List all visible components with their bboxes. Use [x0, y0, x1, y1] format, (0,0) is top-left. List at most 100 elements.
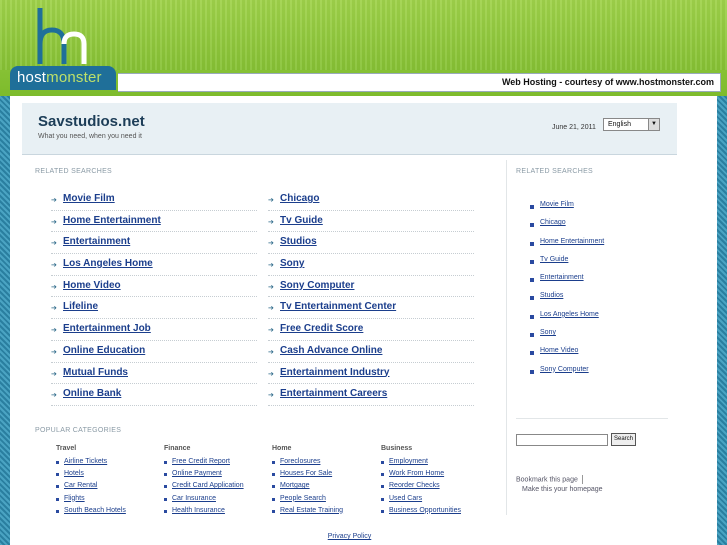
side-related-link[interactable]: Tv Guide	[540, 256, 568, 263]
side-related-link[interactable]: Entertainment	[540, 274, 584, 281]
privacy-policy-link[interactable]: Privacy Policy	[22, 533, 677, 540]
popular-categories-heading: POPULAR CATEGORIES	[35, 427, 122, 434]
category-link[interactable]: South Beach Hotels	[64, 507, 126, 514]
category-link[interactable]: Foreclosures	[280, 458, 320, 465]
list-item: ➔ Los Angeles Home	[51, 254, 257, 276]
related-link[interactable]: Entertainment Careers	[280, 388, 387, 399]
related-link[interactable]: Chicago	[280, 193, 319, 204]
category-link[interactable]: Free Credit Report	[172, 458, 230, 465]
parked-page: Savstudios.net What you need, when you n…	[10, 96, 717, 545]
language-value: English	[608, 121, 631, 128]
arrow-icon: ➔	[51, 217, 57, 226]
side-related-link[interactable]: Studios	[540, 292, 563, 299]
site-header: Savstudios.net What you need, when you n…	[22, 103, 677, 155]
arrow-icon: ➔	[51, 326, 57, 335]
category-link[interactable]: Work From Home	[389, 470, 444, 477]
category-link[interactable]: Used Cars	[389, 495, 422, 502]
search-button[interactable]: Search	[611, 433, 636, 446]
related-link[interactable]: Online Bank	[63, 388, 121, 399]
bullet-icon	[272, 509, 275, 513]
bullet-icon	[381, 473, 384, 477]
arrow-icon: ➔	[268, 391, 274, 400]
bullet-icon	[530, 296, 534, 301]
category-link[interactable]: Business Opportunities	[389, 507, 461, 514]
category-link[interactable]: Real Estate Training	[280, 507, 343, 514]
related-link[interactable]: Movie Film	[63, 193, 115, 204]
related-link[interactable]: Tv Entertainment Center	[280, 301, 396, 312]
bullet-icon	[272, 473, 275, 477]
side-related-link[interactable]: Sony	[540, 329, 556, 336]
category-link[interactable]: Houses For Sale	[280, 470, 332, 477]
hosting-note: Web Hosting - courtesy of www.hostmonste…	[118, 73, 721, 92]
bullet-icon	[381, 509, 384, 513]
related-link[interactable]: Sony	[280, 258, 304, 269]
related-link[interactable]: Sony Computer	[280, 280, 354, 291]
category-link[interactable]: Flights	[64, 495, 85, 502]
list-item: Health Insurance	[164, 506, 264, 518]
column-divider	[506, 160, 507, 515]
list-item: Car Insurance	[164, 494, 264, 506]
related-link[interactable]: Entertainment Job	[63, 323, 151, 334]
side-related-link[interactable]: Home Entertainment	[540, 238, 604, 245]
category-link[interactable]: Car Insurance	[172, 495, 216, 502]
arrow-icon: ➔	[268, 196, 274, 204]
category-travel: Travel Airline Tickets Hotels Car Rental…	[56, 445, 156, 518]
content-area: Savstudios.net What you need, when you n…	[22, 103, 677, 545]
category-title: Home	[272, 445, 292, 452]
related-link[interactable]: Entertainment	[63, 236, 130, 247]
bookmark-link[interactable]: Bookmark this page	[516, 476, 578, 483]
category-link[interactable]: Online Payment	[172, 470, 222, 477]
hostmonster-logo[interactable]: hostmonster	[10, 66, 116, 90]
related-link[interactable]: Home Video	[63, 280, 121, 291]
related-link[interactable]: Home Entertainment	[63, 215, 161, 226]
bullet-icon	[381, 485, 384, 489]
list-item: ➔ Studios	[268, 232, 474, 255]
side-related-link[interactable]: Movie Film	[540, 201, 574, 208]
category-link[interactable]: People Search	[280, 495, 326, 502]
category-link[interactable]: Airline Tickets	[64, 458, 107, 465]
related-link[interactable]: Cash Advance Online	[280, 345, 382, 356]
category-link[interactable]: Reorder Checks	[389, 482, 440, 489]
related-column-b: ➔ Chicago ➔ Tv Guide ➔ Studios ➔ Sony ➔ Sony …	[268, 189, 474, 406]
category-finance: Finance Free Credit Report Online Paymen…	[164, 445, 264, 518]
side-related-link[interactable]: Chicago	[540, 219, 566, 226]
language-select[interactable]: English ▼	[603, 118, 660, 131]
homepage-link[interactable]: Make this your homepage	[522, 486, 603, 493]
side-related-link[interactable]: Home Video	[540, 347, 578, 354]
arrow-icon: ➔	[268, 217, 274, 226]
related-searches-heading: RELATED SEARCHES	[35, 168, 113, 175]
bullet-icon	[56, 509, 59, 513]
list-item: Foreclosures	[272, 457, 372, 469]
list-item: Real Estate Training	[272, 506, 372, 518]
category-link[interactable]: Credit Card Application	[172, 482, 244, 489]
related-link[interactable]: Tv Guide	[280, 215, 323, 226]
related-link[interactable]: Studios	[280, 236, 317, 247]
related-link[interactable]: Lifeline	[63, 301, 98, 312]
arrow-icon: ➔	[268, 369, 274, 378]
category-link[interactable]: Mortgage	[280, 482, 310, 489]
side-related-link[interactable]: Los Angeles Home	[540, 311, 599, 318]
related-link[interactable]: Los Angeles Home	[63, 258, 153, 269]
list-item: ➔ Tv Guide	[268, 211, 474, 233]
side-related-link[interactable]: Sony Computer	[540, 366, 589, 373]
related-link[interactable]: Online Education	[63, 345, 145, 356]
arrow-icon: ➔	[268, 304, 274, 313]
link-separator	[581, 475, 583, 484]
arrow-icon: ➔	[51, 239, 57, 248]
list-item: ➔ Sony	[268, 254, 474, 276]
category-link[interactable]: Hotels	[64, 470, 84, 477]
chevron-down-icon[interactable]: ▼	[648, 119, 659, 130]
list-item: Employment	[381, 457, 481, 469]
related-link[interactable]: Free Credit Score	[280, 323, 363, 334]
arrow-icon: ➔	[268, 347, 274, 356]
related-link[interactable]: Entertainment Industry	[280, 367, 389, 378]
bullet-icon	[381, 461, 384, 464]
category-link[interactable]: Car Rental	[64, 482, 97, 489]
category-link[interactable]: Health Insurance	[172, 507, 225, 514]
side-related-heading: RELATED SEARCHES	[516, 168, 594, 175]
search-input[interactable]	[516, 434, 608, 446]
related-link[interactable]: Mutual Funds	[63, 367, 128, 378]
arrow-icon: ➔	[268, 282, 274, 291]
bullet-icon	[272, 485, 275, 489]
category-link[interactable]: Employment	[389, 458, 428, 465]
